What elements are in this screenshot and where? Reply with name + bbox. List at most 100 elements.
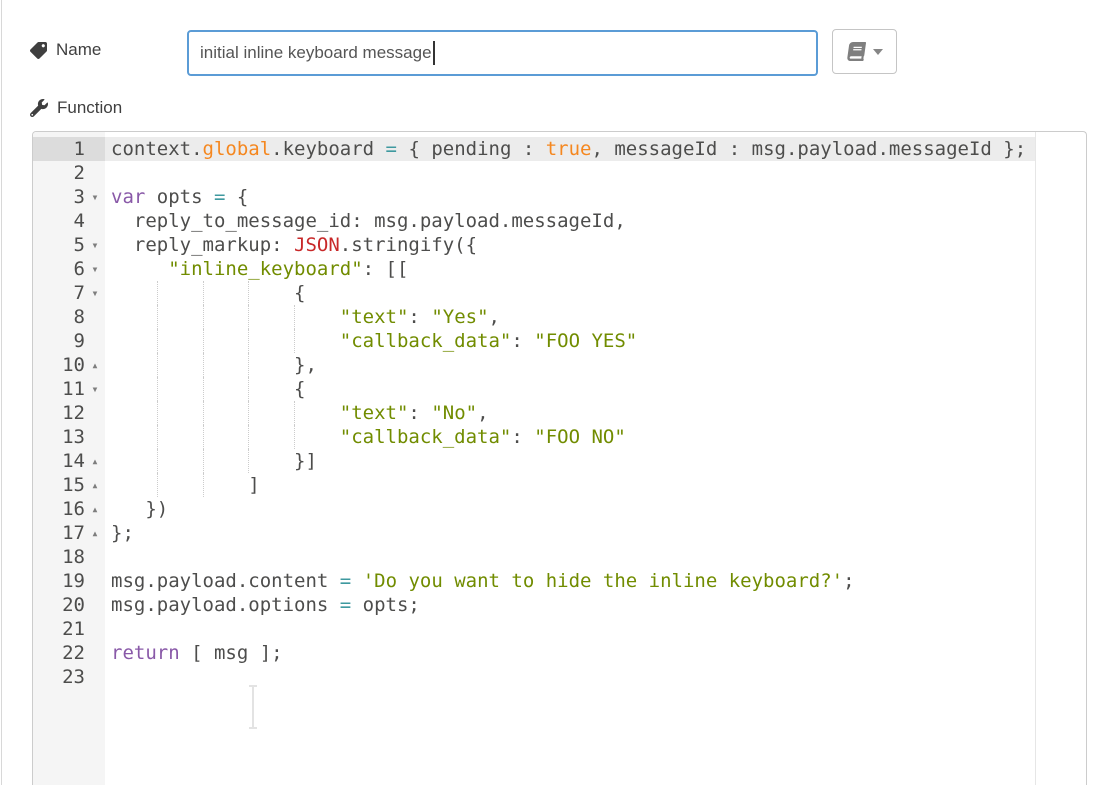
indent-guide: [203, 425, 204, 449]
code-lines: context.global.keyboard = { pending : tr…: [105, 137, 1086, 689]
code-line-23[interactable]: [105, 665, 1086, 689]
fold-start-icon[interactable]: ▾: [85, 281, 105, 305]
token-default: opts;: [351, 594, 420, 616]
gutter-line-5[interactable]: 5▾: [33, 233, 105, 257]
gutter-line-17[interactable]: 17▴: [33, 521, 105, 545]
indent-guide: [157, 473, 158, 497]
line-number: 8: [33, 305, 85, 329]
line-number: 14: [33, 449, 85, 473]
code-line-20[interactable]: msg.payload.options = opts;: [105, 593, 1086, 617]
line-number: 7: [33, 281, 85, 305]
fold-end-icon[interactable]: ▴: [85, 497, 105, 521]
code-line-4[interactable]: reply_to_message_id: msg.payload.message…: [105, 209, 1086, 233]
fold-start-icon[interactable]: ▾: [85, 185, 105, 209]
gutter-line-15[interactable]: 15▴: [33, 473, 105, 497]
token-operator: =: [386, 138, 397, 160]
token-default: :: [408, 402, 431, 424]
line-number: 19: [33, 569, 85, 593]
gutter-line-3[interactable]: 3▾: [33, 185, 105, 209]
token-default: reply_to_message_id: msg.payload.message…: [111, 210, 626, 232]
fold-end-icon[interactable]: ▴: [85, 521, 105, 545]
wrench-icon: [30, 99, 48, 117]
token-default: .stringify({: [340, 234, 477, 256]
name-field-label: Name: [30, 40, 101, 60]
code-line-2[interactable]: [105, 161, 1086, 185]
token-default: [111, 330, 340, 352]
token-default: [111, 306, 340, 328]
code-line-6[interactable]: "inline_keyboard": [[: [105, 257, 1086, 281]
fold-end-icon[interactable]: ▴: [85, 449, 105, 473]
code-line-1[interactable]: context.global.keyboard = { pending : tr…: [105, 137, 1035, 161]
token-default: },: [111, 354, 317, 376]
gutter-line-16[interactable]: 16▴: [33, 497, 105, 521]
line-number: 18: [33, 545, 85, 569]
gutter-line-23: 23: [33, 665, 105, 689]
indent-guide: [248, 401, 249, 425]
gutter-line-11[interactable]: 11▾: [33, 377, 105, 401]
code-line-11[interactable]: {: [105, 377, 1086, 401]
code-line-19[interactable]: msg.payload.content = 'Do you want to hi…: [105, 569, 1086, 593]
fold-start-icon[interactable]: ▾: [85, 233, 105, 257]
token-default: context.: [111, 138, 203, 160]
gutter-line-7[interactable]: 7▾: [33, 281, 105, 305]
token-default: :: [511, 426, 534, 448]
gutter-line-6[interactable]: 6▾: [33, 257, 105, 281]
token-operator: =: [340, 594, 351, 616]
line-number: 12: [33, 401, 85, 425]
indent-guide: [294, 425, 295, 449]
fold-start-icon[interactable]: ▾: [85, 377, 105, 401]
code-line-10[interactable]: },: [105, 353, 1086, 377]
name-input-value: initial inline keyboard message: [200, 43, 432, 63]
indent-guide: [294, 329, 295, 353]
token-string: 'Do you want to hide the inline keyboard…: [363, 570, 843, 592]
token-constant: true: [546, 138, 592, 160]
caret-down-icon: [873, 49, 883, 55]
gutter-line-13: 13: [33, 425, 105, 449]
gutter-line-22: 22: [33, 641, 105, 665]
line-number: 9: [33, 329, 85, 353]
function-code-editor[interactable]: 123▾45▾6▾7▾8910▴11▾121314▴15▴16▴17▴18192…: [32, 131, 1087, 785]
line-number: 5: [33, 233, 85, 257]
line-number: 2: [33, 161, 85, 185]
code-line-8[interactable]: "text": "Yes",: [105, 305, 1086, 329]
fold-start-icon[interactable]: ▾: [85, 257, 105, 281]
token-default: msg.payload.content: [111, 570, 340, 592]
code-line-22[interactable]: return [ msg ];: [105, 641, 1086, 665]
code-line-14[interactable]: }]: [105, 449, 1086, 473]
text-caret: [433, 41, 435, 65]
token-default: [111, 258, 168, 280]
code-line-9[interactable]: "callback_data": "FOO YES": [105, 329, 1086, 353]
line-number: 11: [33, 377, 85, 401]
indent-guide: [203, 401, 204, 425]
library-button[interactable]: [832, 29, 897, 74]
gutter-line-21: 21: [33, 617, 105, 641]
gutter-line-14[interactable]: 14▴: [33, 449, 105, 473]
indent-guide: [203, 473, 204, 497]
code-line-18[interactable]: [105, 545, 1086, 569]
line-number: 10: [33, 353, 85, 377]
fold-end-icon[interactable]: ▴: [85, 353, 105, 377]
function-field-label: Function: [30, 98, 122, 118]
indent-guide: [203, 281, 204, 305]
editor-scroller[interactable]: context.global.keyboard = { pending : tr…: [105, 132, 1086, 785]
line-number: 17: [33, 521, 85, 545]
code-line-16[interactable]: }): [105, 497, 1086, 521]
name-input[interactable]: initial inline keyboard message: [187, 30, 818, 76]
gutter-line-2: 2: [33, 161, 105, 185]
indent-guide: [157, 353, 158, 377]
indent-guide: [248, 377, 249, 401]
code-line-13[interactable]: "callback_data": "FOO NO": [105, 425, 1086, 449]
gutter-line-10[interactable]: 10▴: [33, 353, 105, 377]
code-line-7[interactable]: {: [105, 281, 1086, 305]
token-default: {: [225, 186, 248, 208]
code-line-21[interactable]: [105, 617, 1086, 641]
fold-end-icon[interactable]: ▴: [85, 473, 105, 497]
code-line-17[interactable]: };: [105, 521, 1086, 545]
indent-guide: [248, 353, 249, 377]
code-line-5[interactable]: reply_markup: JSON.stringify({: [105, 233, 1086, 257]
code-line-3[interactable]: var opts = {: [105, 185, 1086, 209]
token-operator: =: [214, 186, 225, 208]
code-line-12[interactable]: "text": "No",: [105, 401, 1086, 425]
token-keyword: var: [111, 186, 145, 208]
code-line-15[interactable]: ]: [105, 473, 1086, 497]
